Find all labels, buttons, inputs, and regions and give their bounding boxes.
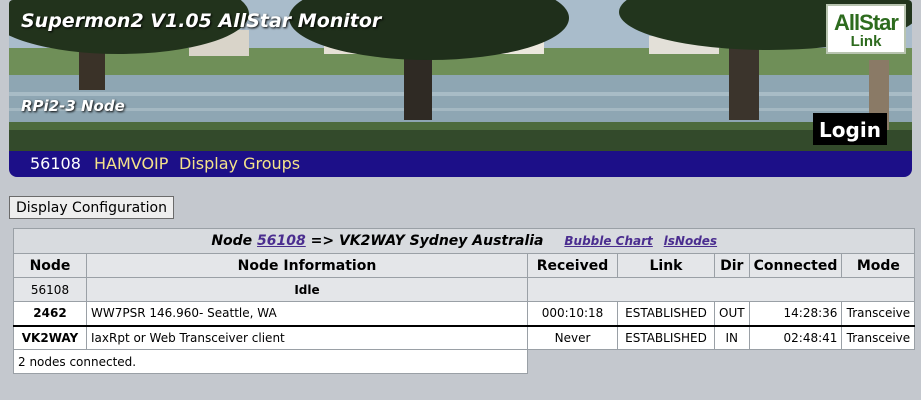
column-header-node: Node — [13, 253, 87, 278]
lsnodes-link[interactable]: lsNodes — [664, 234, 717, 248]
row-mode: Transceive — [841, 324, 916, 350]
login-button[interactable]: Login — [813, 113, 887, 145]
local-node-row: 56108 Idle — [13, 277, 916, 302]
row-link: ESTABLISHED — [617, 301, 715, 326]
local-node-status: Idle — [86, 277, 528, 302]
table-title: Node 56108 => VK2WAY Sydney Australia Bu… — [12, 228, 916, 254]
table-title-row: Node 56108 => VK2WAY Sydney Australia Bu… — [12, 228, 916, 254]
bubble-chart-link[interactable]: Bubble Chart — [564, 234, 652, 248]
row-mode: Transceive — [841, 301, 916, 326]
footer-empty — [527, 349, 915, 374]
column-header-received: Received — [527, 253, 618, 278]
row-dir: IN — [714, 324, 750, 350]
allstar-link-logo[interactable]: AllStar Link — [826, 4, 906, 54]
row-dir: OUT — [714, 301, 750, 326]
column-header-link: Link — [617, 253, 715, 278]
table-header-row: Node Node Information Received Link Dir … — [13, 253, 916, 278]
local-node-empty — [526, 277, 916, 302]
column-header-mode: Mode — [841, 253, 916, 278]
row-received: 000:10:18 — [527, 301, 618, 326]
table-row: VK2WAY IaxRpt or Web Transceiver client … — [13, 324, 916, 350]
display-configuration-button[interactable]: Display Configuration — [9, 196, 174, 219]
header-banner: Supermon2 V1.05 AllStar Monitor RPi2-3 N… — [9, 0, 912, 151]
row-connected: 02:48:41 — [748, 324, 843, 350]
row-node: 2462 — [13, 301, 87, 326]
node-number-link[interactable]: 56108 — [257, 233, 306, 249]
title-suffix: => VK2WAY Sydney Australia — [310, 233, 544, 249]
nav-node-number: 56108 — [30, 154, 81, 173]
logo-line-2: Link — [850, 33, 882, 50]
row-node-information: WW7PSR 146.960- Seattle, WA — [86, 301, 528, 326]
local-node-number: 56108 — [13, 277, 87, 302]
row-received: Never — [527, 324, 618, 350]
site-subtitle: RPi2-3 Node — [21, 97, 125, 115]
table-row: 2462 WW7PSR 146.960- Seattle, WA 000:10:… — [13, 301, 916, 326]
node-status-table: Node 56108 => VK2WAY Sydney Australia Bu… — [12, 228, 916, 374]
title-prefix: Node — [211, 233, 253, 249]
nav-bar: 56108 HAMVOIP Display Groups — [9, 151, 912, 177]
column-header-connected: Connected — [748, 253, 843, 278]
row-node-information: IaxRpt or Web Transceiver client — [86, 324, 528, 350]
row-node: VK2WAY — [13, 324, 87, 350]
row-connected: 14:28:36 — [748, 301, 843, 326]
nav-link-hamvoip[interactable]: HAMVOIP — [94, 151, 168, 177]
column-header-node-information: Node Information — [86, 253, 528, 278]
nodes-connected-count: 2 nodes connected. — [13, 349, 528, 374]
row-link: ESTABLISHED — [617, 324, 715, 350]
site-title: Supermon2 V1.05 AllStar Monitor — [21, 10, 382, 32]
column-header-dir: Dir — [714, 253, 750, 278]
table-footer-row: 2 nodes connected. — [13, 349, 915, 374]
nav-link-display-groups[interactable]: Display Groups — [179, 151, 300, 177]
